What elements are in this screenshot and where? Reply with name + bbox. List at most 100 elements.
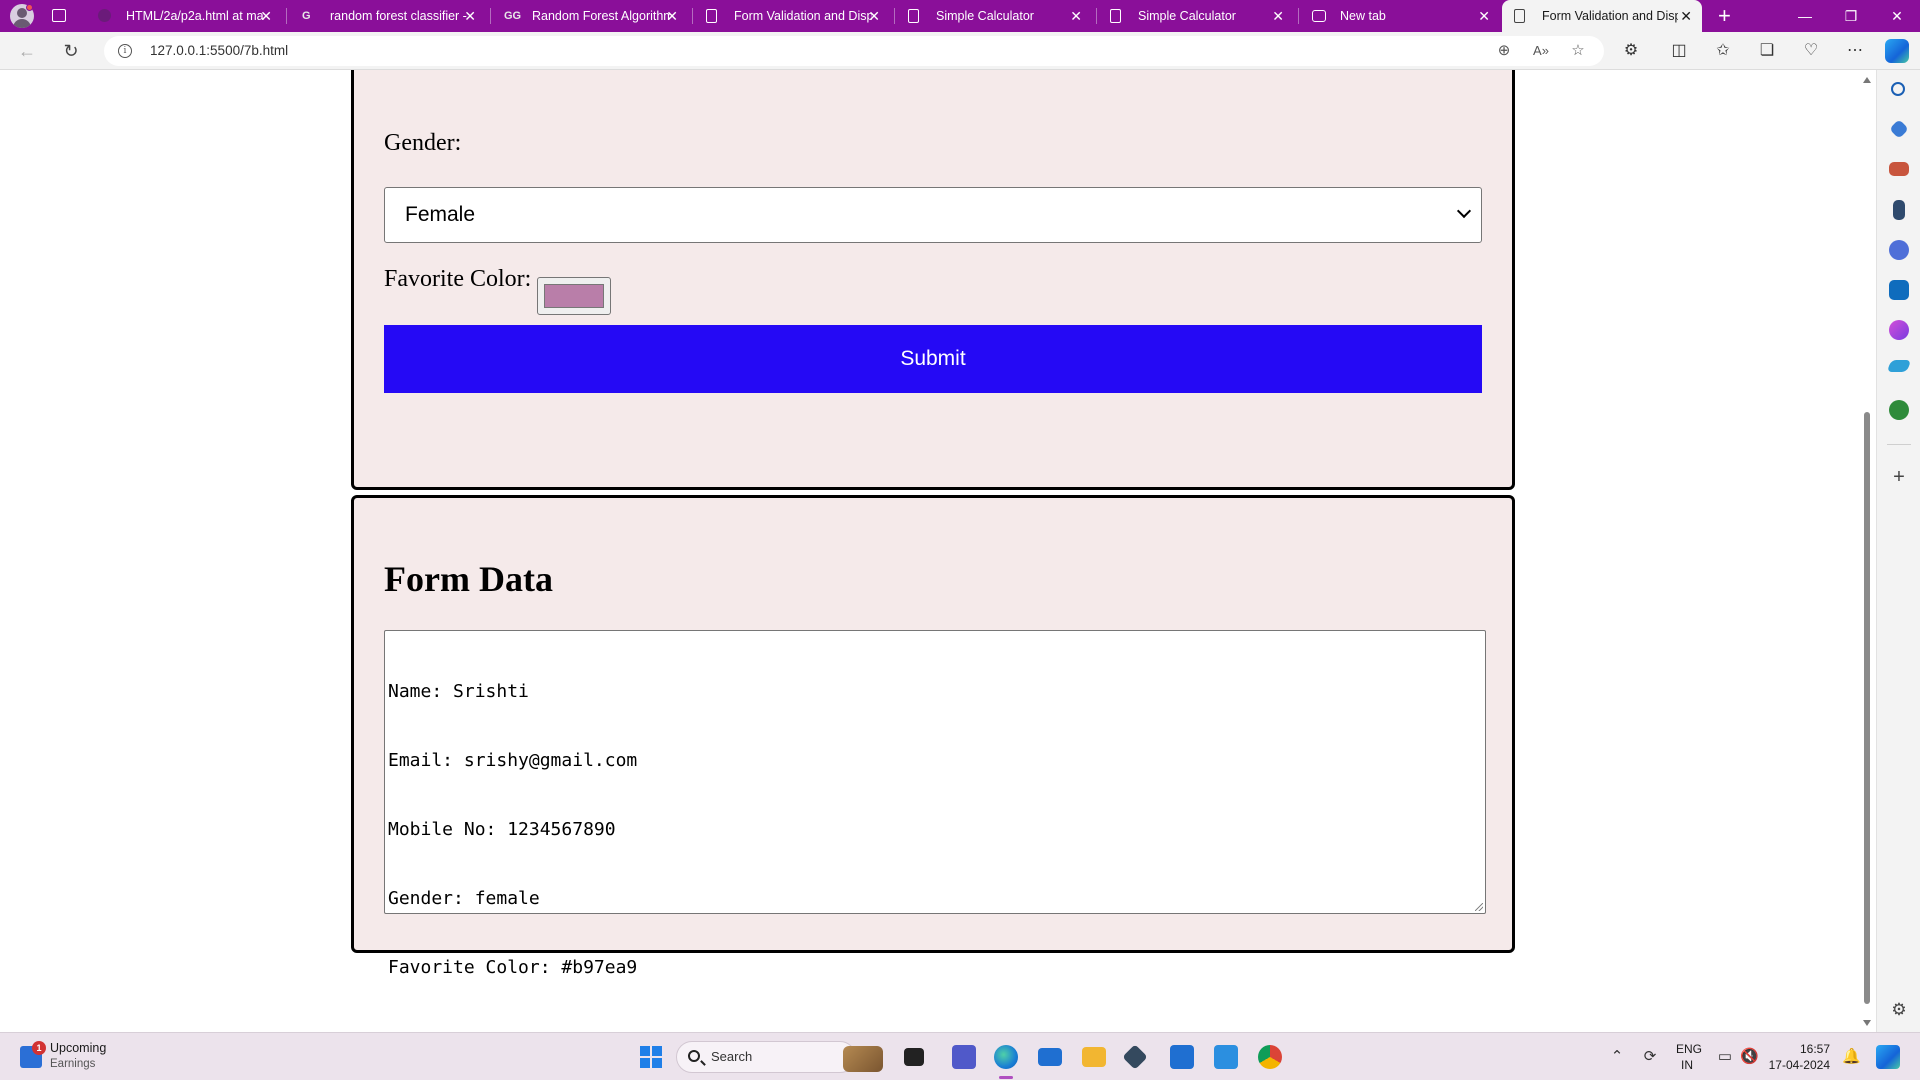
send-icon[interactable] — [1886, 360, 1912, 372]
scroll-up-arrow-icon[interactable] — [1863, 77, 1871, 83]
tab-3[interactable]: GG Random Forest Algorithm ✕ — [492, 0, 688, 32]
tab-title: Simple Calculator — [936, 9, 1034, 23]
split-screen-icon[interactable]: ◫ — [1668, 40, 1690, 62]
network-icon[interactable]: ▭ — [1716, 1048, 1734, 1066]
close-icon[interactable]: ✕ — [1478, 0, 1490, 32]
games-chess-icon[interactable] — [1893, 200, 1905, 220]
chrome-icon[interactable] — [1258, 1045, 1282, 1069]
more-menu-icon[interactable]: ⋯ — [1844, 40, 1866, 62]
close-icon[interactable]: ✕ — [1272, 0, 1284, 32]
tab-divider — [692, 8, 693, 24]
tab-2[interactable]: G random forest classifier - ✕ — [290, 0, 486, 32]
microsoft-365-icon[interactable] — [1889, 240, 1909, 260]
tab-actions-icon[interactable] — [52, 9, 66, 22]
file-explorer-icon[interactable] — [1082, 1047, 1106, 1067]
settings-gear-icon[interactable]: ⚙ — [1889, 1000, 1909, 1020]
new-tab-button[interactable]: + — [1718, 3, 1731, 29]
close-icon[interactable]: ✕ — [666, 0, 678, 32]
notification-bell-icon[interactable]: 🔔 — [1842, 1048, 1861, 1066]
language-line1[interactable]: ENG — [1676, 1042, 1702, 1056]
form-card: Gender: Female Favorite Color: Submit — [351, 70, 1515, 490]
volume-muted-icon[interactable]: 🔇 — [1740, 1048, 1759, 1066]
gender-selected-value: Female — [405, 203, 476, 226]
browser-toolbar: ← ↻ i 127.0.0.1:5500/7b.html ⊕ A» ☆ ⚙ ◫ … — [0, 32, 1920, 70]
microsoft-store-icon[interactable] — [1170, 1045, 1194, 1069]
taskbar-search-box[interactable]: Search — [676, 1041, 883, 1073]
submit-button[interactable]: Submit — [384, 325, 1482, 393]
new-tab-icon — [1312, 10, 1326, 22]
add-icon[interactable]: + — [1889, 467, 1909, 487]
page-scrollbar[interactable] — [1858, 70, 1876, 1032]
search-icon[interactable] — [1891, 82, 1905, 96]
browser-essentials-icon[interactable]: ♡ — [1800, 40, 1822, 62]
widgets-subtitle[interactable]: Earnings — [50, 1058, 95, 1070]
refresh-button[interactable]: ↻ — [56, 36, 86, 66]
copilot-icon[interactable] — [1885, 39, 1909, 63]
zoom-icon[interactable]: ⊕ — [1494, 41, 1514, 61]
tab-5[interactable]: Simple Calculator ✕ — [896, 0, 1092, 32]
tab-7[interactable]: New tab ✕ — [1300, 0, 1500, 32]
widgets-title[interactable]: Upcoming — [50, 1041, 106, 1055]
search-highlight-image — [843, 1046, 883, 1072]
output-line-mobile: Mobile No: 1234567890 — [388, 819, 616, 840]
gender-label: Gender: — [384, 130, 462, 156]
tab-divider — [286, 8, 287, 24]
tab-divider — [490, 8, 491, 24]
clock-time[interactable]: 16:57 — [1780, 1042, 1830, 1056]
task-view-icon[interactable] — [904, 1048, 924, 1066]
google-icon: G — [302, 10, 311, 22]
edge-browser-icon[interactable] — [994, 1045, 1018, 1069]
language-line2[interactable]: IN — [1681, 1058, 1693, 1072]
close-window-button[interactable]: ✕ — [1874, 0, 1920, 32]
document-icon — [1514, 9, 1525, 23]
output-line-name: Name: Srishti — [388, 681, 529, 702]
close-icon[interactable]: ✕ — [1680, 0, 1692, 32]
virtualbox-icon[interactable] — [1122, 1044, 1148, 1070]
teams-icon[interactable] — [952, 1045, 976, 1069]
gender-select[interactable]: Female — [384, 187, 1482, 243]
back-button[interactable]: ← — [12, 36, 42, 66]
show-hidden-icons-chevron-up-icon[interactable]: ⌃ — [1608, 1048, 1626, 1066]
favorite-color-picker[interactable] — [537, 277, 611, 315]
close-icon[interactable]: ✕ — [868, 0, 880, 32]
tab-divider — [1298, 8, 1299, 24]
close-icon[interactable]: ✕ — [260, 0, 272, 32]
outlook-icon[interactable] — [1889, 280, 1909, 300]
active-app-indicator — [999, 1076, 1013, 1079]
mail-icon[interactable] — [1038, 1048, 1062, 1066]
favorite-star-icon[interactable]: ☆ — [1568, 41, 1588, 61]
tab-4[interactable]: Form Validation and Displ ✕ — [694, 0, 890, 32]
url-text[interactable]: 127.0.0.1:5500/7b.html — [150, 36, 288, 66]
tab-title: New tab — [1340, 9, 1386, 23]
read-aloud-icon[interactable]: A» — [1531, 41, 1551, 61]
tab-title: Form Validation and Displ — [734, 9, 872, 23]
clock-date[interactable]: 17-04-2024 — [1766, 1058, 1830, 1072]
tools-briefcase-icon[interactable] — [1889, 162, 1909, 176]
shopping-tag-icon[interactable] — [1889, 119, 1909, 139]
extensions-icon[interactable]: ⚙ — [1620, 40, 1642, 62]
collections-icon[interactable]: ❏ — [1756, 40, 1778, 62]
favorite-color-label: Favorite Color: — [384, 266, 532, 292]
sync-icon[interactable]: ⟳ — [1641, 1048, 1659, 1066]
site-info-icon[interactable]: i — [118, 44, 132, 58]
tab-6[interactable]: Simple Calculator ✕ — [1098, 0, 1294, 32]
widgets-badge: 1 — [32, 1041, 46, 1055]
designer-icon[interactable] — [1889, 320, 1909, 340]
close-icon[interactable]: ✕ — [464, 0, 476, 32]
scroll-down-arrow-icon[interactable] — [1863, 1020, 1871, 1026]
address-bar[interactable]: i 127.0.0.1:5500/7b.html ⊕ A» ☆ — [104, 36, 1604, 66]
form-data-output[interactable]: Name: Srishti Email: srishy@gmail.com Mo… — [384, 630, 1486, 978]
tab-active[interactable]: Form Validation and Displ ✕ — [1502, 0, 1702, 32]
tab-1[interactable]: HTML/2a/p2a.html at mai ✕ — [86, 0, 282, 32]
copilot-taskbar-icon[interactable] — [1876, 1045, 1900, 1069]
resize-handle[interactable] — [1475, 903, 1483, 911]
favorites-icon[interactable]: ✩ — [1712, 40, 1734, 62]
scrollbar-thumb[interactable] — [1864, 412, 1870, 1004]
tab-divider — [1096, 8, 1097, 24]
tree-icon[interactable] — [1889, 400, 1909, 420]
vscode-icon[interactable] — [1214, 1045, 1238, 1069]
close-icon[interactable]: ✕ — [1070, 0, 1082, 32]
restore-button[interactable]: ❐ — [1828, 0, 1874, 32]
start-windows-icon[interactable] — [640, 1046, 662, 1068]
minimize-button[interactable]: — — [1782, 0, 1828, 32]
